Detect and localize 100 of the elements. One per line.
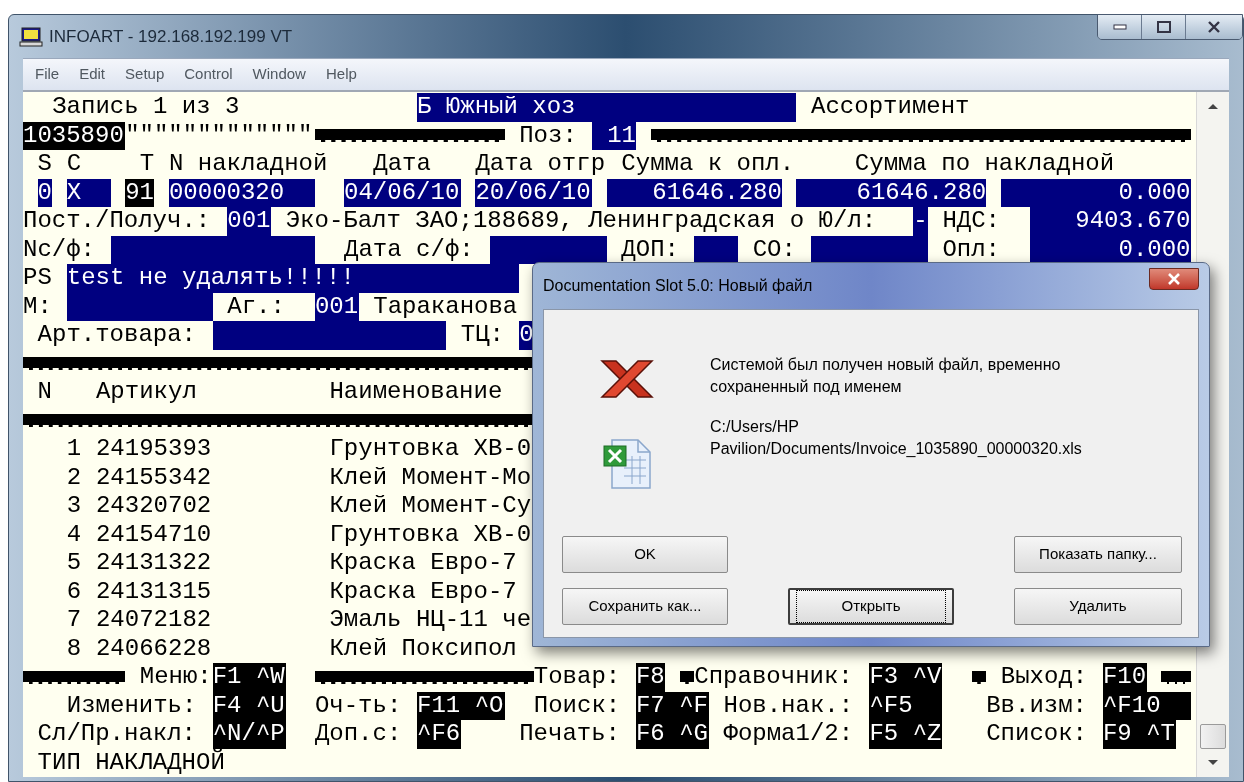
menu-item[interactable]: File [25, 63, 70, 86]
form-field [694, 235, 739, 264]
terminal-text: 6 [66, 577, 82, 606]
terminal-text: Доп.с: [314, 720, 403, 749]
terminal-text: Краска Евро-7 [329, 577, 518, 606]
close-button[interactable] [1149, 268, 1199, 290]
form-field: X [66, 178, 111, 207]
terminal-text: Тараканова [373, 292, 519, 321]
terminal-text: Эмаль НЦ-11 че [329, 606, 533, 635]
terminal-text: 24072182 [95, 606, 213, 635]
highlighted-field: ^F6 [417, 720, 461, 749]
terminal-text: 24154710 [95, 520, 213, 549]
dialog-button[interactable]: Удалить [1014, 588, 1182, 625]
dialog-button[interactable]: Открыть [788, 588, 954, 625]
menu-item[interactable]: Setup [115, 63, 175, 86]
highlighted-field: F7 ^F [635, 691, 709, 720]
terminal-text: Сумма к опл. [621, 150, 796, 179]
form-field: 00000320 [168, 178, 315, 207]
terminal-text: C [66, 150, 82, 179]
form-field: 0 [519, 321, 534, 350]
menu-item[interactable]: Window [242, 63, 316, 86]
form-field: 0.000 [1000, 178, 1191, 207]
terminal-text: 5 [66, 549, 82, 578]
terminal-text: Запись 1 из 3 [52, 93, 241, 122]
spreadsheet-file-icon [602, 438, 652, 490]
highlighted-field: F3 ^V [869, 663, 943, 692]
form-field: 20/06/10 [475, 178, 593, 207]
terminal-text: 8 [66, 634, 82, 663]
maximize-icon [1156, 21, 1171, 33]
terminal-text: 24320702 [95, 492, 213, 521]
terminal-text: Опл: [942, 235, 1001, 264]
terminal-text: Краска Евро-7 [329, 549, 518, 578]
terminal-text: Список: [986, 720, 1088, 749]
terminal-text: 3 [66, 492, 82, 521]
terminal-text: Выход: [1000, 663, 1089, 692]
terminal-text: Наименование [329, 378, 504, 407]
terminal-text: СО: [752, 235, 797, 264]
menu-item[interactable]: Control [174, 63, 243, 86]
close-icon [1167, 273, 1181, 285]
form-field: 001 [314, 292, 359, 321]
highlighted-field: 1035890 [23, 121, 126, 150]
form-field: 04/06/10 [344, 178, 461, 207]
maximize-button[interactable] [1142, 15, 1186, 39]
terminal-text: Оч-ть: [314, 691, 403, 720]
terminal-text: 24066228 [95, 634, 213, 663]
form-field: 61646.280 [606, 178, 782, 207]
highlighted-field: F11 ^O [417, 691, 505, 720]
terminal-text: N накладной [168, 150, 329, 179]
form-field: 9403.670 [1029, 207, 1191, 236]
terminal-text: Поз: [519, 121, 578, 150]
terminal-text: Вв.изм: [986, 691, 1088, 720]
close-button[interactable] [1186, 15, 1242, 39]
message-text: Системой был получен новый файл, временно сохраненный под именем [710, 355, 1062, 397]
dialog-title: Documentation Slot 5.0: Новый файл [543, 276, 813, 296]
separator-bar [1161, 670, 1191, 684]
terminal-text: Клей Поксипол [329, 634, 518, 663]
dialog-button[interactable]: OK [562, 536, 728, 573]
terminal-text: Товар: [533, 663, 622, 692]
minimize-icon [1112, 24, 1127, 30]
terminal-text: ТЦ: [460, 321, 505, 350]
terminal-text: Дата с/ф: [344, 235, 475, 264]
terminal-text: Меню: [139, 663, 213, 692]
terminal-text: 24131315 [95, 577, 213, 606]
terminal-text: М: [23, 292, 53, 321]
terminal-text: Клей Момент-Мо [329, 463, 533, 492]
terminal-text: Аг.: [227, 292, 286, 321]
dialog-button[interactable]: Показать папку... [1014, 536, 1182, 573]
terminal-text: 24155342 [95, 463, 213, 492]
scrollbar-thumb[interactable] [1200, 724, 1226, 749]
terminal-text: Клей Момент-Су [329, 492, 533, 521]
form-field: 11 [592, 121, 636, 150]
separator-bar [971, 670, 987, 684]
terminal-text: 24131322 [95, 549, 213, 578]
scroll-down-icon[interactable] [1207, 759, 1219, 767]
terminal-text: Нов.нак.: [723, 691, 855, 720]
dialog-button[interactable]: Сохранить как... [562, 588, 728, 625]
highlighted-field: F5 ^Z [869, 720, 943, 749]
close-icon [1207, 21, 1221, 33]
terminal-text: T [139, 150, 155, 179]
highlighted-field: F10 [1102, 663, 1147, 692]
highlighted-field: ^F10 [1102, 691, 1191, 720]
terminal-text: Форма1/2: [723, 720, 855, 749]
scroll-up-icon[interactable] [1207, 102, 1219, 110]
window-title: INFOART - 192.168.192.199 VT [49, 25, 293, 48]
terminal-text: Справочник: [694, 663, 854, 692]
separator-bar [679, 670, 695, 684]
minimize-button[interactable] [1098, 15, 1142, 39]
terminal-text: """"""""""""" [125, 121, 314, 150]
terminal-text: 4 [66, 520, 82, 549]
form-field: 001 [227, 207, 272, 236]
menu-item[interactable]: Help [315, 63, 367, 86]
highlighted-field: F4 ^U [212, 691, 286, 720]
cross-logo-icon [600, 358, 654, 400]
terminal-text: Поиск: [533, 691, 622, 720]
terminal-text: 7 [66, 606, 82, 635]
menu-item[interactable]: Edit [69, 63, 116, 86]
highlighted-field: F9 ^T [1102, 720, 1176, 749]
terminal-text: ДОП: [621, 235, 680, 264]
terminal-text: Грунтовка ХВ-0 [329, 435, 533, 464]
terminal-text: Печать: [519, 720, 621, 749]
